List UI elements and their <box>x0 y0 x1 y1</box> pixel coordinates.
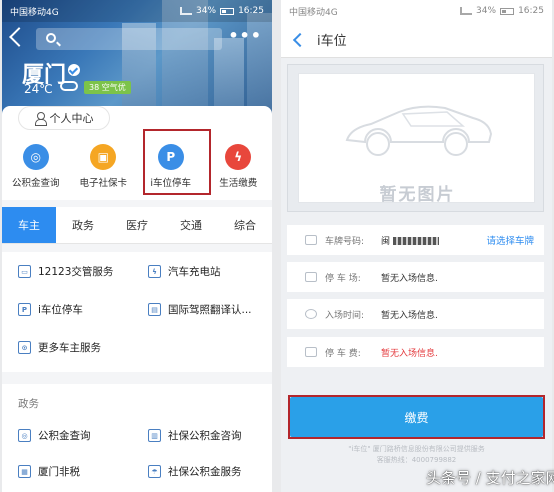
category-tabs: 车主 政务 医疗 交通 综合 <box>2 207 272 243</box>
section-title: 政务 <box>18 398 39 410</box>
charging-station-icon: ϟ <box>148 265 161 278</box>
search-icon <box>46 33 56 43</box>
car-icon: ⊙ <box>18 341 31 354</box>
battery-icon <box>220 7 235 15</box>
clock: 16:25 <box>238 6 264 16</box>
plate-value: 闽 <box>381 234 439 247</box>
vehicle-image-frame: 暂无图片 <box>287 64 544 212</box>
tab-government[interactable]: 政务 <box>56 207 110 243</box>
list-item[interactable]: ⊙ 更多车主服务 <box>18 340 101 355</box>
battery-icon <box>500 7 515 15</box>
tab-car-owner[interactable]: 车主 <box>2 207 56 243</box>
list-item[interactable]: ▥ 社保公积金咨询 <box>148 428 242 443</box>
fee-icon <box>305 347 317 357</box>
battery-percent: 34% <box>476 6 497 16</box>
list-item[interactable]: Pi车位停车 <box>18 302 83 317</box>
page-title: i车位 <box>317 34 347 49</box>
back-icon[interactable] <box>292 32 308 47</box>
list-item[interactable]: ▤ 国际驾照翻译认... <box>148 302 252 317</box>
verified-icon <box>68 64 81 76</box>
signal-icon <box>180 7 193 15</box>
list-item[interactable]: ☂ 社保公积金服务 <box>148 464 242 479</box>
government-section: 政务 ◎ 公积金查询 ▥ 社保公积金咨询 ▦ 厦门非税 ☂ 社保公积金服务 <box>2 376 272 492</box>
more-icon[interactable]: ••• <box>228 26 262 45</box>
status-bar: 中国移动4G 34% 16:25 <box>281 0 552 22</box>
plate-obscured <box>392 237 439 245</box>
left-phone-screen: 中国移动4G 34% 16:25 ••• 厦门 24℃ 38 空气优 个人中心 … <box>2 0 272 492</box>
housing-fund-icon: ◎ <box>18 429 31 442</box>
car-services-list: ▭ 12123交管服务 ϟ 汽车充电站 Pi车位停车 ▤ 国际驾照翻译认... ⊙ 更多… <box>2 252 272 372</box>
plate-icon <box>305 235 317 245</box>
vehicle-image-placeholder: 暂无图片 <box>298 73 535 205</box>
battery-percent: 34% <box>196 6 217 16</box>
back-icon[interactable] <box>9 27 29 47</box>
book-icon: ▥ <box>148 429 161 442</box>
building-icon <box>305 272 317 282</box>
parking-icon: P <box>18 303 31 316</box>
top-bar: ••• <box>2 26 272 54</box>
aqi-badge: 38 空气优 <box>84 81 131 94</box>
housing-fund-icon: ◎ <box>22 144 49 170</box>
list-item[interactable]: ▦ 厦门非税 <box>18 464 80 479</box>
social-card-icon: ▣ <box>90 144 117 170</box>
status-bar: 中国移动4G 34% 16:25 <box>2 0 272 22</box>
clock-icon <box>305 309 317 319</box>
carrier-label: 中国移动4G <box>289 7 338 18</box>
pay-highlight-box <box>288 395 545 439</box>
watermark: 头条号 / 支付之家网 <box>426 469 554 487</box>
carrier-label: 中国移动4G <box>10 7 59 18</box>
signal-icon <box>460 7 473 15</box>
plate-row: 车牌号码: 闽 请选择车牌 <box>287 225 544 255</box>
tab-medical[interactable]: 医疗 <box>110 207 164 243</box>
personal-center-button[interactable]: 个人中心 <box>18 106 110 130</box>
service-utility[interactable]: ϟ 生活缴费 <box>205 140 273 198</box>
clock: 16:25 <box>518 6 544 16</box>
license-icon: ▤ <box>148 303 161 316</box>
car-silhouette-icon <box>345 105 493 156</box>
tab-general[interactable]: 综合 <box>218 207 272 243</box>
cloud-icon <box>60 81 78 91</box>
utility-icon: ϟ <box>225 144 252 170</box>
temperature: 24℃ <box>24 82 53 96</box>
header: i车位 <box>281 22 552 58</box>
quick-services: ◎ 公积金查询 ▣ 电子社保卡 P i车位停车 ϟ 生活缴费 <box>2 140 272 198</box>
list-item[interactable]: ▭ 12123交管服务 <box>18 264 113 279</box>
service-social-card[interactable]: ▣ 电子社保卡 <box>70 140 138 198</box>
right-phone-screen: 中国移动4G 34% 16:25 i车位 暂无图片 车牌号码: 闽 请选择车牌 <box>281 0 552 492</box>
umbrella-icon: ☂ <box>148 465 161 478</box>
list-item[interactable]: ϟ 汽车充电站 <box>148 264 221 279</box>
footnote: "i车位" 厦门路桥信息股份有限公司提供服务 客服热线：4000799882 <box>348 445 485 464</box>
no-image-label: 暂无图片 <box>379 185 456 205</box>
search-input[interactable] <box>36 28 222 50</box>
document-icon: ▦ <box>18 465 31 478</box>
traffic-service-icon: ▭ <box>18 265 31 278</box>
service-housing-fund[interactable]: ◎ 公积金查询 <box>2 140 70 198</box>
lot-row: 停 车 场: 暂无入场信息. <box>287 262 544 292</box>
select-plate-link[interactable]: 请选择车牌 <box>486 233 534 247</box>
tab-traffic[interactable]: 交通 <box>164 207 218 243</box>
entry-time-row: 入场时间: 暂无入场信息. <box>287 299 544 329</box>
list-item[interactable]: ◎ 公积金查询 <box>18 428 91 443</box>
fee-row: 停 车 费: 暂无入场信息. <box>287 337 544 367</box>
parking-highlight-box <box>143 129 211 195</box>
person-icon <box>34 112 47 126</box>
